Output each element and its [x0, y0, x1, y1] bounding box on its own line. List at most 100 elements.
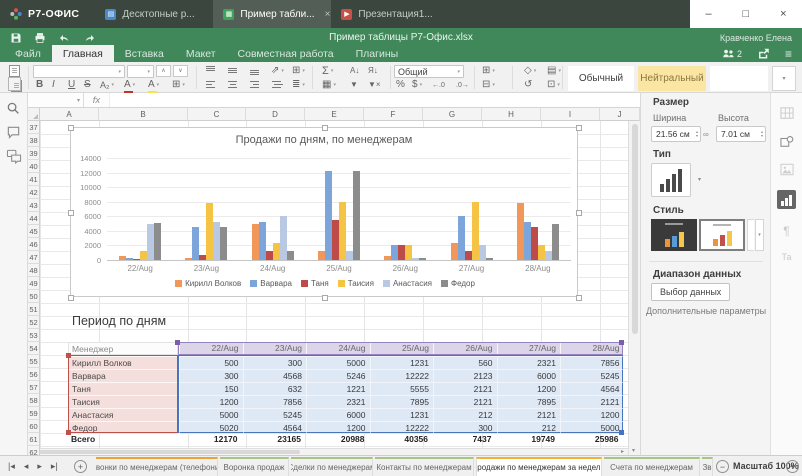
legend-item-Кирилл Волков[interactable]: Кирилл Волков [175, 279, 241, 288]
cell-style-Нейтральный[interactable]: Нейтральный [638, 66, 706, 91]
bold-button[interactable]: B [36, 79, 43, 91]
column-header-B[interactable]: B [99, 108, 188, 121]
cell-Таня-27/Aug[interactable]: 1200 [497, 382, 561, 395]
h-scroll-thumb[interactable] [30, 450, 300, 454]
document-tab[interactable]: ▦Пример табли...× [213, 0, 331, 28]
chevron-down-icon[interactable]: ▾ [698, 176, 701, 183]
cell-Анастасия-26/Aug[interactable]: 212 [433, 408, 497, 421]
select-all-corner[interactable] [28, 108, 40, 121]
bar-26/Aug-Варвара[interactable] [391, 245, 398, 260]
insert-function-button[interactable]: fx [84, 93, 110, 107]
styles-gallery-expand-button[interactable]: ▾ [772, 66, 796, 91]
bar-22/Aug-Федор[interactable] [154, 223, 161, 260]
last-sheet-icon[interactable]: ▸| [51, 461, 58, 472]
bar-24/Aug-Варвара[interactable] [259, 222, 266, 260]
cell-Таня-28/Aug[interactable]: 4564 [560, 382, 624, 395]
chart-resize-handle[interactable] [322, 125, 328, 131]
manager-name-Анастасия[interactable]: Анастасия [69, 408, 177, 421]
format-as-table-button[interactable]: ▦▾ [322, 79, 336, 91]
sheet-tab-5[interactable]: Продажи по менеджерам за неделю [476, 457, 602, 476]
bar-28/Aug-Таня[interactable] [531, 227, 538, 260]
textart-settings-icon[interactable]: Та [771, 252, 802, 262]
legend-item-Анастасия[interactable]: Анастасия [383, 279, 432, 288]
cell-Варвара-24/Aug[interactable]: 5246 [306, 369, 370, 382]
bar-23/Aug-Таня[interactable] [199, 255, 206, 260]
previous-sheet-icon[interactable]: ◂ [24, 461, 29, 472]
sheet-tab-2[interactable]: Воронка продаж [220, 457, 289, 476]
total-23/Aug[interactable]: 23165 [242, 433, 306, 446]
currency-style-button[interactable]: $▾ [412, 79, 422, 91]
bar-27/Aug-Варвара[interactable] [458, 216, 465, 260]
row-header-46[interactable]: 46 [28, 238, 40, 251]
close-tab-icon[interactable]: × [325, 9, 331, 20]
sheet-tab-4[interactable]: Контакты по менеджерам [375, 457, 474, 476]
row-header-62[interactable]: 62 [28, 446, 40, 455]
text-orientation-button[interactable]: ⇗▾ [271, 65, 284, 77]
bar-22/Aug-Анастасия[interactable] [147, 224, 154, 260]
chart-style-option-3[interactable] [747, 219, 754, 251]
font-name-input[interactable]: ▾ [33, 65, 125, 78]
font-size-input[interactable]: ▾ [127, 65, 154, 78]
bar-28/Aug-Таисия[interactable] [538, 245, 545, 260]
bar-26/Aug-Таня[interactable] [398, 245, 405, 260]
manager-name-Кирилл Волков[interactable]: Кирилл Волков [69, 356, 177, 369]
collaborators-button[interactable]: 2 [722, 48, 742, 60]
advanced-settings-link[interactable]: Дополнительные параметры [641, 306, 771, 316]
bar-28/Aug-Кирилл Волков[interactable] [517, 203, 524, 260]
cell-Анастасия-25/Aug[interactable]: 1231 [370, 408, 434, 421]
range-handle-names-top[interactable] [66, 353, 71, 358]
chart-resize-handle[interactable] [68, 210, 74, 216]
bar-25/Aug-Таня[interactable] [332, 220, 339, 260]
decrease-decimal-button[interactable]: ←.0 [432, 79, 445, 91]
cell-Таня-26/Aug[interactable]: 2121 [433, 382, 497, 395]
select-data-button[interactable]: Выбор данных [651, 283, 730, 301]
chart-style-option-selected[interactable] [699, 219, 745, 251]
width-input[interactable]: 21.56 см ▴▾ [651, 126, 701, 142]
cell-Таня-23/Aug[interactable]: 632 [243, 382, 307, 395]
cell-Анастасия-28/Aug[interactable]: 1200 [560, 408, 624, 421]
menu-icon[interactable]: ≡ [785, 47, 792, 61]
document-tab[interactable]: ▤Десктопные р... [95, 0, 213, 28]
spinner-down-icon[interactable]: ▾ [761, 134, 763, 138]
align-bottom-button[interactable] [249, 64, 260, 76]
row-header-43[interactable]: 43 [28, 199, 40, 212]
maximize-button[interactable]: □ [737, 8, 756, 20]
manager-name-Таня[interactable]: Таня [69, 382, 177, 395]
font-color-button[interactable]: A▾ [124, 79, 135, 91]
paste-icon[interactable] [9, 65, 20, 77]
clear-button[interactable]: ◇▾ [524, 65, 536, 77]
bar-25/Aug-Кирилл Волков[interactable] [318, 251, 325, 260]
bar-25/Aug-Таисия[interactable] [339, 202, 346, 260]
bar-24/Aug-Кирилл Волков[interactable] [252, 224, 259, 260]
cell-Кирилл Волков-23/Aug[interactable]: 300 [243, 356, 307, 369]
vertical-scrollbar[interactable]: ▾ [628, 108, 640, 455]
cell-Таня-24/Aug[interactable]: 1221 [306, 382, 370, 395]
bar-27/Aug-Федор[interactable] [486, 258, 493, 260]
bar-22/Aug-Таня[interactable] [133, 259, 140, 260]
chart-resize-handle[interactable] [68, 125, 74, 131]
range-handle-header-right[interactable] [619, 340, 624, 345]
table-header-22/Aug[interactable]: 22/Aug [179, 343, 243, 354]
lock-aspect-ratio-icon[interactable]: ∞ [703, 130, 709, 139]
range-handle-data-bottom[interactable] [619, 430, 624, 435]
bar-26/Aug-Анастасия[interactable] [412, 258, 419, 260]
cell-Варвара-23/Aug[interactable]: 4568 [243, 369, 307, 382]
cell-Анастасия-27/Aug[interactable]: 2121 [497, 408, 561, 421]
bar-23/Aug-Федор[interactable] [220, 227, 227, 260]
bar-24/Aug-Таня[interactable] [266, 251, 273, 260]
align-left-button[interactable] [205, 78, 216, 90]
column-header-F[interactable]: F [364, 108, 423, 121]
cell-style-empty[interactable] [710, 66, 768, 91]
chart-resize-handle[interactable] [68, 295, 74, 301]
cell-Анастасия-22/Aug[interactable]: 5000 [179, 408, 243, 421]
column-header-G[interactable]: G [423, 108, 482, 121]
bar-26/Aug-Кирилл Волков[interactable] [384, 256, 391, 260]
increase-decimal-button[interactable]: .0→ [456, 79, 469, 91]
table-header-28/Aug[interactable]: 28/Aug [560, 343, 624, 354]
cell-Варвара-28/Aug[interactable]: 5245 [560, 369, 624, 382]
bar-23/Aug-Таисия[interactable] [206, 203, 213, 260]
bar-22/Aug-Варвара[interactable] [126, 258, 133, 260]
underline-button[interactable]: U [68, 79, 75, 91]
menu-tab-Макет[interactable]: Макет [175, 45, 227, 62]
table-header-26/Aug[interactable]: 26/Aug [433, 343, 497, 354]
